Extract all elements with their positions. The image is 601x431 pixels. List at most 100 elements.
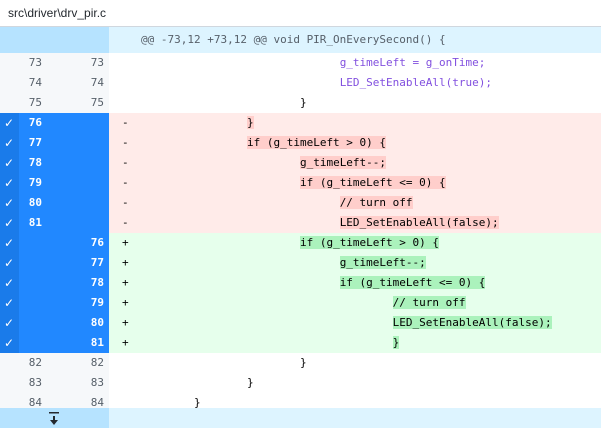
old-line-number	[19, 333, 58, 353]
old-line-number	[19, 293, 58, 313]
diff-marker: -	[122, 116, 129, 129]
diff-line-del[interactable]: ✓ 80 - // turn off	[0, 193, 601, 213]
old-line-number: 83	[19, 373, 58, 393]
diff-marker: +	[122, 316, 129, 329]
old-line-number	[19, 313, 58, 333]
checkmark-icon: ✓	[4, 276, 15, 290]
diff-line-del[interactable]: ✓ 78 - g_timeLeft--;	[0, 153, 601, 173]
code-line: }	[141, 373, 601, 393]
code-text: }	[392, 336, 400, 349]
line-select-checkbox[interactable]	[0, 73, 19, 93]
old-line-number	[19, 273, 58, 293]
old-line-number: 74	[19, 73, 58, 93]
diff-line-del[interactable]: ✓ 79 - if (g_timeLeft <= 0) {	[0, 173, 601, 193]
old-line-number: 78	[19, 153, 58, 173]
code-line: }	[141, 113, 601, 133]
checkmark-icon: ✓	[4, 176, 15, 190]
line-select-checkbox[interactable]: ✓	[0, 133, 19, 153]
diff-line-add[interactable]: ✓ 78 + if (g_timeLeft <= 0) {	[0, 273, 601, 293]
line-select-checkbox[interactable]: ✓	[0, 153, 19, 173]
old-line-number: 81	[19, 213, 58, 233]
code-text: if (g_timeLeft <= 0) {	[339, 276, 486, 289]
diff-line-ctx[interactable]: 75 75 }	[0, 93, 601, 113]
diff-line-ctx[interactable]: 82 82 }	[0, 353, 601, 373]
new-line-number	[58, 133, 109, 153]
code-text: // turn off	[392, 296, 466, 309]
new-line-number: 80	[58, 313, 109, 333]
old-line-number: 77	[19, 133, 58, 153]
expand-down-icon[interactable]	[44, 410, 64, 428]
line-select-checkbox[interactable]	[0, 373, 19, 393]
line-select-checkbox[interactable]: ✓	[0, 253, 19, 273]
code-line: }	[141, 333, 601, 353]
diff-line-ctx[interactable]: 74 74 LED_SetEnableAll(true);	[0, 73, 601, 93]
line-select-checkbox[interactable]: ✓	[0, 193, 19, 213]
diff-line-ctx[interactable]: 83 83 }	[0, 373, 601, 393]
line-select-checkbox[interactable]	[0, 53, 19, 73]
code-text: if (g_timeLeft > 0) {	[246, 136, 387, 149]
new-line-number: 73	[58, 53, 109, 73]
new-line-number: 77	[58, 253, 109, 273]
diff-marker: +	[122, 296, 129, 309]
diff-marker: +	[122, 236, 129, 249]
diff-line-add[interactable]: ✓ 81 + }	[0, 333, 601, 353]
line-select-checkbox[interactable]: ✓	[0, 333, 19, 353]
line-select-checkbox[interactable]	[0, 93, 19, 113]
code-text: }	[246, 376, 254, 389]
old-line-number: 76	[19, 113, 58, 133]
old-line-number	[19, 233, 58, 253]
line-select-checkbox[interactable]	[0, 353, 19, 373]
diff-line-add[interactable]: ✓ 76 + if (g_timeLeft > 0) {	[0, 233, 601, 253]
diff-marker: -	[122, 216, 129, 229]
diff-line-ctx[interactable]: 73 73 g_timeLeft = g_onTime;	[0, 53, 601, 73]
new-line-number: 81	[58, 333, 109, 353]
checkmark-icon: ✓	[4, 256, 15, 270]
line-select-checkbox[interactable]: ✓	[0, 293, 19, 313]
code-text: if (g_timeLeft > 0) {	[299, 236, 440, 249]
diff-marker: -	[122, 196, 129, 209]
expand-footer	[0, 408, 601, 428]
new-line-number: 82	[58, 353, 109, 373]
new-line-number: 83	[58, 373, 109, 393]
new-line-number: 74	[58, 73, 109, 93]
line-select-checkbox[interactable]: ✓	[0, 213, 19, 233]
hunk-header-row: @@ -73,12 +73,12 @@ void PIR_OnEverySeco…	[0, 27, 601, 73]
diff-marker: +	[122, 276, 129, 289]
diff-line-add[interactable]: ✓ 79 + // turn off	[0, 293, 601, 313]
diff-rows: 73 73 g_timeLeft = g_onTime; 74 74 LED_SetE…	[0, 53, 601, 413]
diff-line-add[interactable]: ✓ 77 + g_timeLeft--;	[0, 253, 601, 273]
file-path-header: src\driver\drv_pir.c	[0, 0, 601, 27]
checkmark-icon: ✓	[4, 116, 15, 130]
line-select-checkbox[interactable]: ✓	[0, 313, 19, 333]
code-line: LED_SetEnableAll(true);	[141, 73, 601, 93]
new-line-number	[58, 193, 109, 213]
code-line: }	[141, 93, 601, 113]
new-line-number: 76	[58, 233, 109, 253]
code-line: // turn off	[141, 293, 601, 313]
old-line-number: 80	[19, 193, 58, 213]
code-line: if (g_timeLeft <= 0) {	[141, 273, 601, 293]
checkmark-icon: ✓	[4, 196, 15, 210]
diff-line-del[interactable]: ✓ 76 - }	[0, 113, 601, 133]
line-select-checkbox[interactable]: ✓	[0, 173, 19, 193]
diff-marker: +	[122, 336, 129, 349]
code-text: LED_SetEnableAll(false);	[392, 316, 552, 329]
line-select-checkbox[interactable]: ✓	[0, 273, 19, 293]
code-line: g_timeLeft = g_onTime;	[141, 53, 601, 73]
code-text: LED_SetEnableAll(false);	[339, 216, 499, 229]
diff-line-del[interactable]: ✓ 81 - LED_SetEnableAll(false);	[0, 213, 601, 233]
code-text: g_timeLeft = g_onTime;	[339, 56, 486, 69]
checkmark-icon: ✓	[4, 216, 15, 230]
expand-up-icon[interactable]	[44, 31, 77, 73]
new-line-number	[58, 173, 109, 193]
diff-line-add[interactable]: ✓ 80 + LED_SetEnableAll(false);	[0, 313, 601, 333]
hunk-header-text: @@ -73,12 +73,12 @@ void PIR_OnEverySeco…	[141, 33, 446, 46]
line-select-checkbox[interactable]: ✓	[0, 113, 19, 133]
code-text: g_timeLeft--;	[299, 156, 387, 169]
old-line-number: 82	[19, 353, 58, 373]
diff-line-del[interactable]: ✓ 77 - if (g_timeLeft > 0) {	[0, 133, 601, 153]
checkmark-icon: ✓	[4, 296, 15, 310]
new-line-number: 75	[58, 93, 109, 113]
diff-marker: -	[122, 156, 129, 169]
line-select-checkbox[interactable]: ✓	[0, 233, 19, 253]
